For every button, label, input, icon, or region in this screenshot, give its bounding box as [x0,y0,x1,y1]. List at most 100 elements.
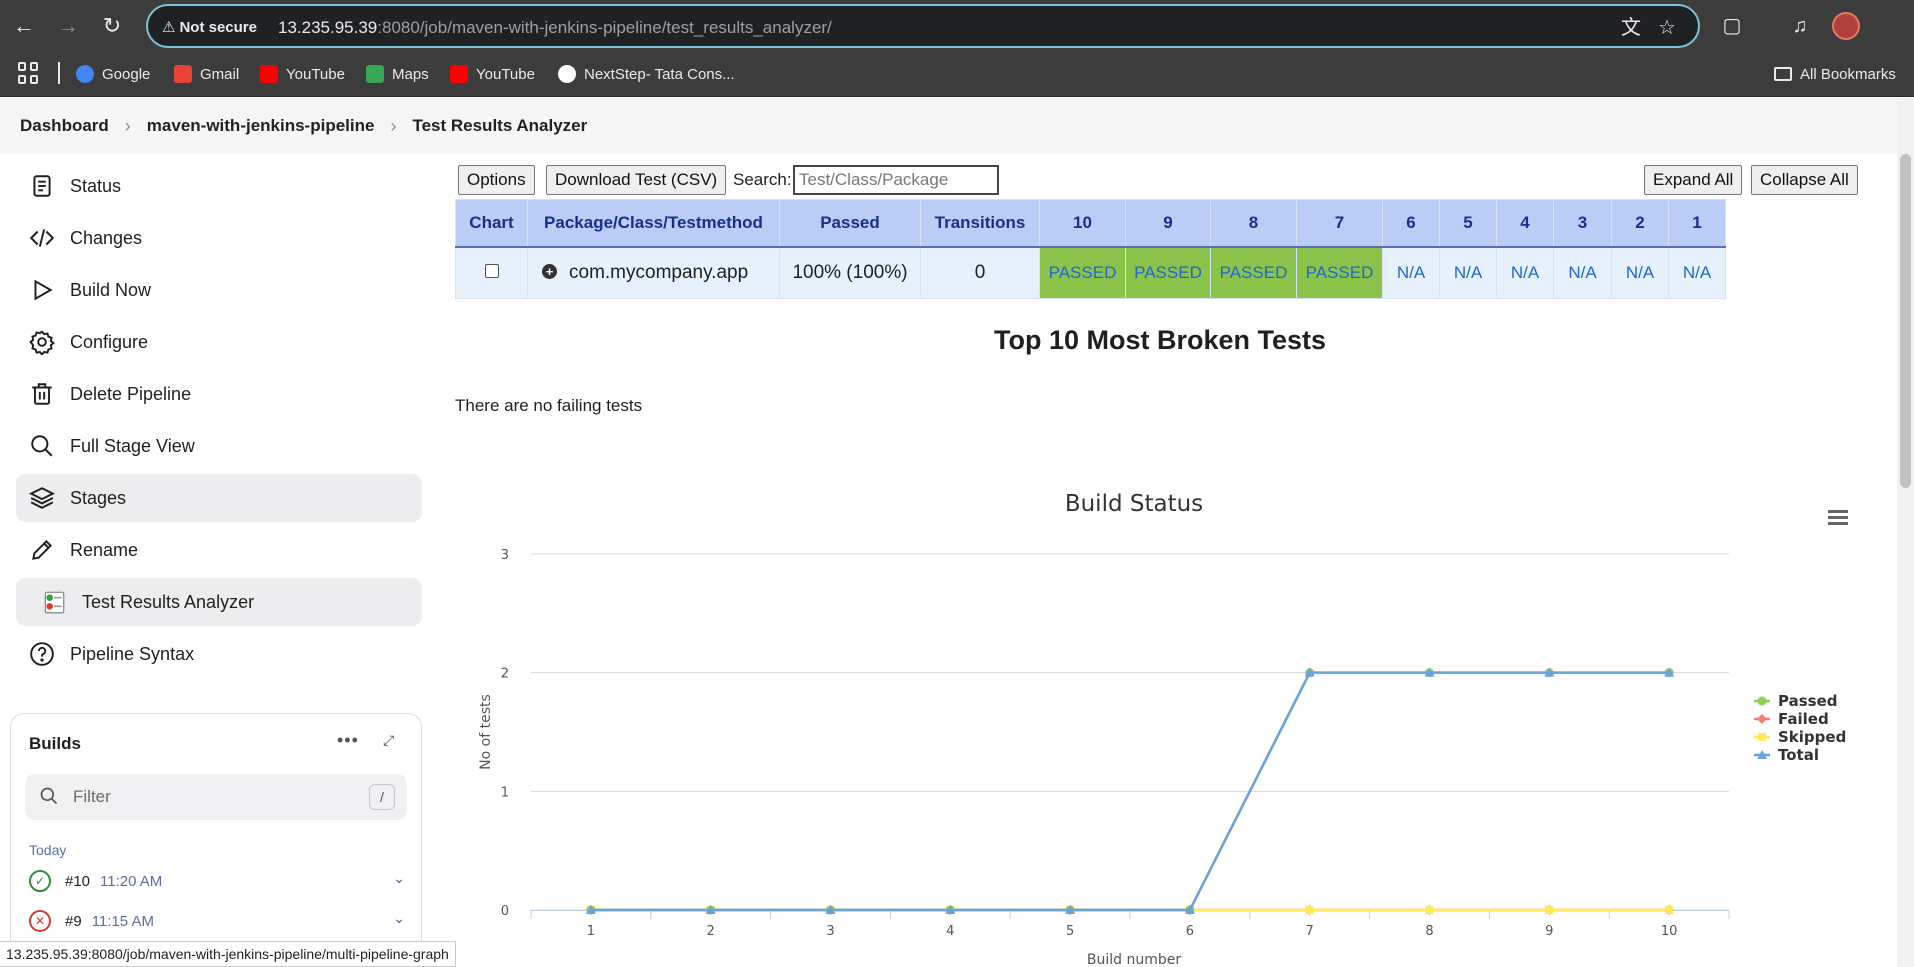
sidebar-item-status[interactable]: Status [16,162,422,210]
breadcrumb-job[interactable]: maven-with-jenkins-pipeline [147,116,375,136]
build-number[interactable]: #10 [65,873,90,890]
breadcrumb-current[interactable]: Test Results Analyzer [412,116,587,136]
reload-icon[interactable]: ↻ [96,10,128,42]
x-tick-label: 8 [1425,924,1433,939]
collapse-all-button[interactable]: Collapse All [1751,165,1858,195]
y-tick-label: 1 [501,785,509,800]
build-row[interactable]: ✓ #10 11:20 AM ⌄ [29,866,409,896]
build-result-cell: N/A [1668,246,1726,299]
folder-icon [1774,67,1792,81]
chart-menu-icon[interactable] [1823,504,1853,528]
security-label: Not secure [179,18,257,36]
gear-icon [28,328,56,356]
filter-shortcut-badge: / [369,784,395,810]
bookmark-maps[interactable]: Maps [366,62,429,86]
legend-item-failed[interactable]: Failed [1778,710,1829,728]
maps-icon [366,65,384,83]
youtube-icon [260,65,278,83]
builds-panel: Builds ••• ⤢ Filter / Today ✓ #10 11:20 … [10,713,422,967]
build-row[interactable]: ✕ #9 11:15 AM ⌄ [29,906,409,936]
column-header: Package/Class/Testmethod [527,199,780,247]
build-result-cell: PASSED [1210,246,1297,299]
sidebar-item-label: Delete Pipeline [70,383,192,404]
build-result-cell: N/A [1439,246,1497,299]
builds-filter-input[interactable]: Filter / [25,774,407,820]
legend-item-total[interactable]: Total [1778,746,1819,764]
chevron-down-icon[interactable]: ⌄ [393,910,405,927]
gmail-icon [174,65,192,83]
sidebar-item-delete-pipeline[interactable]: Delete Pipeline [16,370,422,418]
builds-title: Builds [29,734,81,753]
url-text[interactable]: 13.235.95.39:8080/job/maven-with-jenkins… [278,18,832,38]
address-bar[interactable]: ⚠ Not secure 13.235.95.39:8080/job/maven… [146,4,1700,48]
chevron-down-icon[interactable]: ⌄ [393,870,405,887]
legend-item-skipped[interactable]: Skipped [1778,728,1846,746]
build-status-chart: Build Status 0 1 2 3 1 2 3 4 5 6 7 8 9 10 Build number N… [478,491,1853,967]
extensions-icon[interactable]: ▢ [1716,10,1748,42]
breadcrumb-dashboard[interactable]: Dashboard [20,116,109,136]
sidebar-item-full-stage-view[interactable]: Full Stage View [16,422,422,470]
expand-icon[interactable]: ⤢ [383,732,401,750]
profile-avatar[interactable] [1832,12,1860,40]
breadcrumb: Dashboard › maven-with-jenkins-pipeline … [0,98,1897,154]
x-tick-label: 6 [1186,924,1194,939]
sidebar-item-pipeline-syntax[interactable]: Pipeline Syntax [16,630,422,678]
download-csv-button[interactable]: Download Test (CSV) [546,165,727,195]
package-name[interactable]: com.mycompany.app [569,262,748,283]
sidebar-item-configure[interactable]: Configure [16,318,422,366]
filter-placeholder: Filter [73,787,111,806]
column-header: Chart [455,199,528,247]
apps-icon[interactable] [18,62,40,84]
expand-all-button[interactable]: Expand All [1644,165,1743,195]
sidebar-item-rename[interactable]: Rename [16,526,422,574]
column-header: 3 [1553,199,1612,247]
success-icon: ✓ [29,870,51,892]
sidebar-item-changes[interactable]: Changes [16,214,422,262]
sidebar-item-build-now[interactable]: Build Now [16,266,422,314]
legend-item-passed[interactable]: Passed [1778,692,1837,710]
column-header: 4 [1496,199,1554,247]
url-path: :8080/job/maven-with-jenkins-pipeline/te… [377,18,832,37]
bookmark-nextstep-tata-cons[interactable]: NextStep- Tata Cons... [558,62,735,86]
sidebar-item-stages[interactable]: Stages [16,474,422,522]
search-input[interactable]: Test/Class/Package [793,165,999,195]
document-icon [28,172,56,200]
chart-checkbox-cell [455,246,528,299]
google-icon [76,65,94,83]
star-icon[interactable]: ☆ [1654,15,1680,41]
sidebar-item-label: Stages [70,487,127,508]
back-icon[interactable]: ← [8,10,40,42]
forward-icon[interactable]: → [52,10,84,42]
table-header-row: Chart Package/Class/Testmethod Passed Tr… [455,199,1726,247]
sidebar-item-label: Build Now [70,279,152,300]
youtube-icon [450,65,468,83]
more-options-icon[interactable]: ••• [337,730,359,751]
security-indicator[interactable]: ⚠ Not secure [162,17,257,37]
bookmark-youtube[interactable]: YouTube [450,62,535,86]
expand-icon[interactable]: + [542,263,557,279]
play-icon [28,276,56,304]
sidebar-item-test-results-analyzer[interactable]: Test Results Analyzer [16,578,422,626]
breadcrumb-separator-icon: › [390,115,397,136]
bookmark-gmail[interactable]: Gmail [174,62,239,86]
sidebar-item-label: Pipeline Syntax [70,643,195,664]
column-header: 1 [1668,199,1726,247]
pencil-icon [28,536,56,564]
build-result-cell: N/A [1553,246,1612,299]
scrollbar-thumb[interactable] [1900,154,1911,488]
sidebar-item-label: Test Results Analyzer [82,591,255,612]
chart-checkbox[interactable] [484,263,499,278]
bookmark-youtube[interactable]: YouTube [260,62,345,86]
sidebar-item-label: Rename [70,539,139,560]
bookmark-google[interactable]: Google [76,62,150,86]
trash-icon [28,380,56,408]
breadcrumb-separator-icon: › [124,115,131,136]
build-number[interactable]: #9 [65,913,82,930]
build-result-cell: N/A [1611,246,1669,299]
y-tick-label: 2 [501,667,509,682]
all-bookmarks[interactable]: All Bookmarks [1774,62,1896,86]
media-icon[interactable]: ♫ [1784,10,1816,42]
translate-icon[interactable]: 文 [1618,15,1644,41]
options-button[interactable]: Options [458,165,535,195]
page-scrollbar[interactable] [1897,98,1914,967]
